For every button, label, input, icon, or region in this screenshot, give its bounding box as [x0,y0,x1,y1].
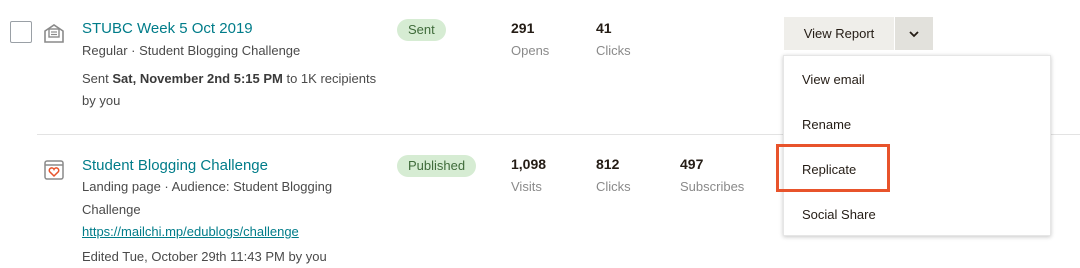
sent-prefix: Sent [82,71,113,86]
select-checkbox[interactable] [10,21,32,43]
status-badge: Published [397,155,477,177]
sent-by: by you [82,93,121,108]
report-options-toggle[interactable] [895,17,933,50]
clicks-label: Clicks [596,43,631,58]
sent-datetime: Sat, November 2nd 5:15 PM [112,71,283,86]
view-report-button[interactable]: View Report [784,17,894,50]
campaign-title[interactable]: STUBC Week 5 Oct 2019 [82,20,253,37]
clicks-label: Clicks [596,179,631,194]
landing-page-icon [43,159,65,181]
landing-page-audience: Challenge [82,202,141,217]
menu-item-view-email[interactable]: View email [802,72,865,87]
landing-page-type: Landing page · Audience: Student Bloggin… [82,179,333,194]
clicks-value: 41 [596,20,612,36]
visits-label: Visits [511,179,542,194]
subscribes-label: Subscribes [680,179,745,194]
subscribes-value: 497 [680,156,704,172]
status-badge: Sent [397,19,446,41]
visits-value: 1,098 [511,156,547,172]
sent-info: Sent Sat, November 2nd 5:15 PM to 1K rec… [82,68,376,90]
landing-page-title[interactable]: Student Blogging Challenge [82,157,268,174]
email-campaign-icon [42,22,66,44]
landing-page-url[interactable]: https://mailchi.mp/edublogs/challenge [82,224,299,239]
menu-item-rename[interactable]: Rename [802,117,851,132]
edited-info: Edited Tue, October 29th 11:43 PM by you [82,249,327,264]
view-report-label: View Report [803,26,875,41]
menu-item-social-share[interactable]: Social Share [802,207,876,222]
opens-label: Opens [511,43,550,58]
opens-value: 291 [511,20,535,36]
chevron-down-icon [909,25,919,43]
sent-recipients: to 1K recipients [282,71,377,86]
campaign-type: Regular · Student Blogging Challenge [82,43,301,58]
clicks-value: 812 [596,156,620,172]
replicate-highlight-box [776,144,890,192]
